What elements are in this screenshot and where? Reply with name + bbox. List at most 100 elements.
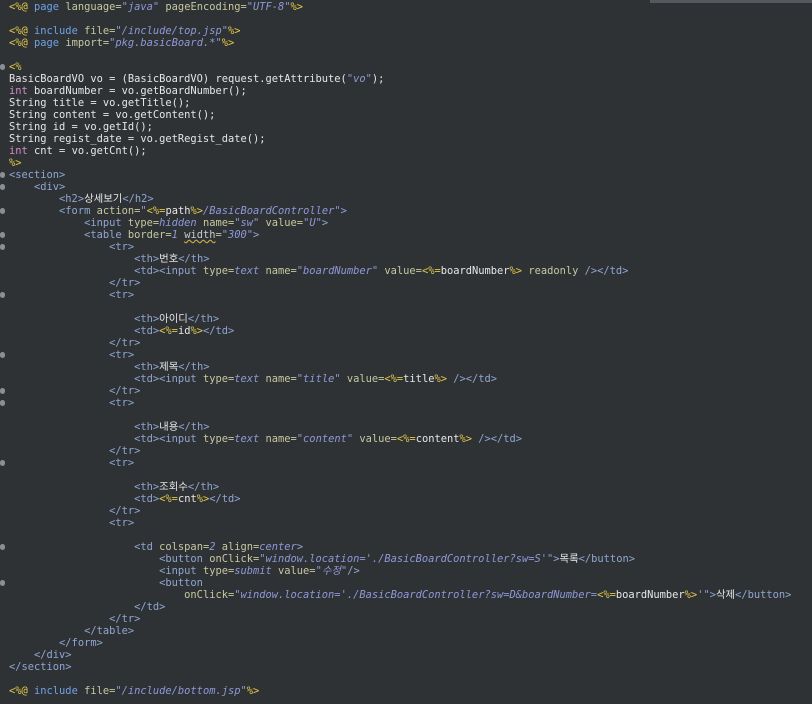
code-editor[interactable]: <%@ page language="java" pageEncoding="U… <box>0 0 812 704</box>
code-line[interactable]: </section> <box>0 661 812 673</box>
code-token: cnt <box>177 493 197 505</box>
code-line[interactable] <box>0 301 812 313</box>
code-token: value= <box>278 565 316 577</box>
code-line[interactable]: %> <box>0 157 812 169</box>
code-text: <td><input type=text name="boardNumber" … <box>9 265 628 277</box>
code-line[interactable]: <section> <box>0 169 812 181</box>
fold-toggle-icon[interactable] <box>0 292 5 298</box>
code-line[interactable]: <td colspan=2 align=center> <box>0 541 812 553</box>
code-line[interactable]: </form> <box>0 637 812 649</box>
code-line[interactable]: <%@ page import="pkg.basicBoard.*"%> <box>0 37 812 49</box>
fold-toggle-icon[interactable] <box>0 388 5 394</box>
code-text: <tr> <box>9 241 134 253</box>
fold-toggle-icon[interactable] <box>0 244 5 250</box>
code-token: </section> <box>9 661 72 673</box>
code-line[interactable]: <h2>상세보기</h2> <box>0 193 812 205</box>
code-line[interactable]: String id = vo.getId(); <box>0 121 812 133</box>
code-line[interactable] <box>0 409 812 421</box>
code-line[interactable]: onClick="window.location='./BasicBoardCo… <box>0 589 812 601</box>
code-token: title <box>403 373 435 385</box>
code-line[interactable]: <tr> <box>0 457 812 469</box>
code-token: text <box>234 433 266 445</box>
code-text: <% <box>9 61 22 73</box>
code-line[interactable]: <tr> <box>0 517 812 529</box>
code-line[interactable]: <tr> <box>0 289 812 301</box>
code-line[interactable]: <tr> <box>0 349 812 361</box>
code-line[interactable]: <%@ include file="/include/top.jsp"%> <box>0 25 812 37</box>
code-line[interactable]: </tr> <box>0 385 812 397</box>
code-line[interactable]: <tr> <box>0 241 812 253</box>
code-line[interactable]: </table> <box>0 625 812 637</box>
code-line[interactable]: <input type=hidden name="sw" value="U"> <box>0 217 812 229</box>
code-line[interactable]: String title = vo.getTitle(); <box>0 97 812 109</box>
code-line[interactable]: </tr> <box>0 505 812 517</box>
code-line[interactable]: <%@ page language="java" pageEncoding="U… <box>0 1 812 13</box>
code-line[interactable]: </tr> <box>0 337 812 349</box>
code-line[interactable]: String content = vo.getContent(); <box>0 109 812 121</box>
code-token: type= <box>202 565 235 577</box>
code-line[interactable]: <td><input type=text name="content" valu… <box>0 433 812 445</box>
code-token: "boardNumber" <box>296 265 385 277</box>
fold-toggle-icon[interactable] <box>0 208 5 214</box>
fold-toggle-icon[interactable] <box>0 64 5 70</box>
code-line[interactable]: <form action="<%=path%>/BasicBoardContro… <box>0 205 812 217</box>
fold-toggle-icon[interactable] <box>0 400 5 406</box>
code-line[interactable]: <div> <box>0 181 812 193</box>
code-line[interactable]: </tr> <box>0 613 812 625</box>
code-line[interactable]: <button onClick="window.location='./Basi… <box>0 553 812 565</box>
code-line[interactable]: <th>아이디</th> <box>0 313 812 325</box>
code-token: <td><input <box>134 373 203 385</box>
code-line[interactable]: BasicBoardVO vo = (BasicBoardVO) request… <box>0 73 812 85</box>
code-line[interactable] <box>0 673 812 685</box>
code-text: <tr> <box>9 457 134 469</box>
code-line[interactable]: </div> <box>0 649 812 661</box>
code-line[interactable]: <td><input type=text name="title" value=… <box>0 373 812 385</box>
code-line[interactable] <box>0 469 812 481</box>
code-line[interactable]: </td> <box>0 601 812 613</box>
code-line[interactable] <box>0 529 812 541</box>
code-line[interactable]: int cnt = vo.getCnt(); <box>0 145 812 157</box>
fold-toggle-icon[interactable] <box>0 184 5 190</box>
code-token: </h2> <box>122 193 154 205</box>
fold-toggle-icon[interactable] <box>0 232 5 238</box>
fold-toggle-icon[interactable] <box>0 544 5 550</box>
code-line[interactable]: String regist_date = vo.getRegist_date()… <box>0 133 812 145</box>
code-line[interactable]: <td><%=cnt%></td> <box>0 493 812 505</box>
code-line[interactable]: <tr> <box>0 397 812 409</box>
code-line[interactable]: <th>번호</th> <box>0 253 812 265</box>
code-text: <td><input type=text name="title" value=… <box>9 373 497 385</box>
fold-toggle-icon[interactable] <box>0 580 5 586</box>
code-line[interactable]: <td><input type=text name="boardNumber" … <box>0 265 812 277</box>
code-line[interactable]: <%@ include file="/include/bottom.jsp"%> <box>0 685 812 697</box>
code-line[interactable]: int boardNumber = vo.getBoardNumber(); <box>0 85 812 97</box>
code-text: <th>내용</th> <box>9 421 209 433</box>
fold-toggle-icon[interactable] <box>0 352 5 358</box>
code-token: %> <box>9 157 22 169</box>
code-line[interactable]: <% <box>0 61 812 73</box>
code-line[interactable] <box>0 49 812 61</box>
code-token: type= <box>202 373 235 385</box>
code-token: > <box>340 205 347 217</box>
fold-toggle-icon[interactable] <box>0 172 5 178</box>
code-token: "sw" <box>234 217 266 229</box>
code-line[interactable]: </tr> <box>0 445 812 457</box>
code-token: page <box>34 1 66 13</box>
code-line[interactable]: <button <box>0 577 812 589</box>
code-line[interactable]: <th>제목</th> <box>0 361 812 373</box>
code-line[interactable] <box>0 13 812 25</box>
code-line[interactable]: <th>내용</th> <box>0 421 812 433</box>
code-text: <th>번호</th> <box>9 253 209 265</box>
code-line[interactable]: <td><%=id%></td> <box>0 325 812 337</box>
code-token: /> <box>347 565 360 577</box>
code-token: %> <box>434 373 447 385</box>
fold-toggle-icon[interactable] <box>0 460 5 466</box>
code-line[interactable]: <input type=submit value="수정"/> <box>0 565 812 577</box>
code-line[interactable]: <th>조회수</th> <box>0 481 812 493</box>
code-token: text <box>234 373 266 385</box>
code-line[interactable]: </tr> <box>0 277 812 289</box>
code-token: page <box>34 37 66 49</box>
code-line[interactable]: <table border=1 width="300"> <box>0 229 812 241</box>
